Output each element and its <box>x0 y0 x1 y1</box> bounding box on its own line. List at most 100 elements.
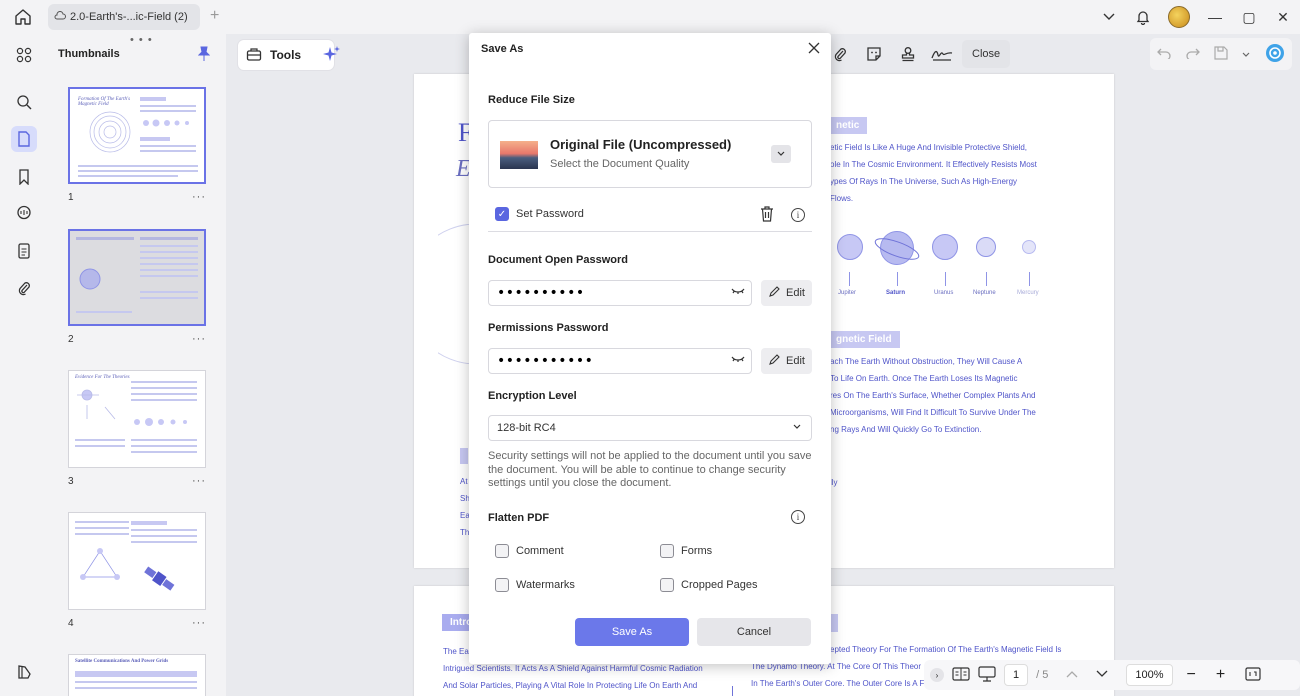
more-options-button[interactable]: ··· <box>192 617 206 629</box>
comment-checkbox[interactable] <box>495 544 509 558</box>
page-number: 4 <box>68 618 74 629</box>
chevron-down-icon[interactable] <box>771 145 791 163</box>
ai-assistant-icon[interactable] <box>1265 43 1285 66</box>
bookmark-icon[interactable] <box>11 164 37 190</box>
paperclip-icon[interactable] <box>11 275 37 301</box>
forms-label: Forms <box>681 545 713 557</box>
reading-mode-icon[interactable] <box>952 666 970 684</box>
permissions-password-field[interactable] <box>488 348 752 374</box>
save-as-button[interactable]: Save As <box>575 618 689 646</box>
bell-icon[interactable] <box>1126 0 1160 34</box>
more-options-button[interactable]: ··· <box>192 333 206 345</box>
more-options-button[interactable]: ··· <box>192 191 206 203</box>
signature-icon[interactable] <box>928 40 956 68</box>
encryption-value: 128-bit RC4 <box>497 422 556 434</box>
text-line: etic Field Is Like A Huge And Invisible … <box>830 143 1027 152</box>
page-icon[interactable] <box>11 126 37 152</box>
minimize-button[interactable]: — <box>1198 0 1232 34</box>
annotation-toolbar: Close <box>826 40 1011 68</box>
avatar[interactable] <box>1168 6 1190 28</box>
save-icon[interactable] <box>1214 45 1228 63</box>
text-line: And Solar Particles, Playing A Vital Rol… <box>443 681 698 690</box>
planet-label: Saturn <box>886 290 906 296</box>
text-line: In The Earth's Outer Core. The Outer Cor… <box>751 679 925 688</box>
thumbnail-page-1[interactable]: Formation Of The Earth's Magnetic Field <box>68 87 206 184</box>
redo-icon[interactable] <box>1185 47 1200 62</box>
ai-sparkle-icon[interactable] <box>323 45 341 66</box>
open-password-input[interactable] <box>489 281 709 305</box>
zoom-level[interactable]: 100% <box>1126 664 1173 686</box>
chevron-down-icon[interactable] <box>1242 47 1250 61</box>
open-password-field[interactable] <box>488 280 752 306</box>
undo-icon[interactable] <box>1157 47 1171 62</box>
trash-icon[interactable] <box>759 205 775 226</box>
info-icon[interactable]: i <box>791 208 805 222</box>
set-password-checkbox[interactable]: ✓ <box>495 207 509 221</box>
encryption-level-select[interactable]: 128-bit RC4 <box>488 415 812 441</box>
tools-button[interactable]: Tools <box>238 40 341 70</box>
quality-selector[interactable]: Original File (Uncompressed) Select the … <box>488 120 812 188</box>
history-toolbar <box>1150 38 1292 70</box>
stamp-icon[interactable] <box>894 40 922 68</box>
zoom-out-button[interactable]: − <box>1187 666 1196 684</box>
fit-page-icon[interactable] <box>1245 666 1261 684</box>
sticker-icon[interactable] <box>860 40 888 68</box>
page-total: / 5 <box>1036 669 1049 681</box>
text-line: The Ea <box>443 647 469 656</box>
prev-page-icon[interactable] <box>1066 669 1078 681</box>
maximize-button[interactable]: ▢ <box>1232 0 1266 34</box>
home-icon[interactable] <box>12 7 34 27</box>
thumbnail-page-3[interactable]: Evidence For The Theories <box>68 370 206 468</box>
presentation-icon[interactable] <box>978 665 996 685</box>
forms-checkbox[interactable] <box>660 544 674 558</box>
next-page-icon[interactable] <box>1096 669 1108 681</box>
eye-closed-icon[interactable] <box>731 355 745 366</box>
cancel-button[interactable]: Cancel <box>697 618 811 646</box>
watermarks-label: Watermarks <box>516 579 575 591</box>
attachment-list-icon[interactable] <box>11 238 37 264</box>
info-icon[interactable]: i <box>791 510 805 524</box>
collapse-arrow-icon[interactable]: › <box>930 668 944 682</box>
thumbnail-page-5[interactable]: Satellite Communications And Power Grids <box>68 654 206 696</box>
panel-toggle-icon[interactable] <box>11 659 37 685</box>
thumbnails-header: Thumbnails <box>58 48 120 60</box>
section-heading: netic <box>828 117 868 134</box>
text-line: To Life On Earth. Once The Earth Loses I… <box>830 374 1018 383</box>
new-tab-button[interactable]: + <box>210 7 219 25</box>
permissions-password-heading: Permissions Password <box>488 322 609 334</box>
watermarks-checkbox[interactable] <box>495 578 509 592</box>
panel-grip[interactable]: • • • <box>130 34 153 46</box>
thumbnail-title: Satellite Communications And Power Grids <box>75 659 169 664</box>
section-marker <box>460 448 468 464</box>
permissions-password-input[interactable] <box>489 349 709 373</box>
close-tool-button[interactable]: Close <box>962 40 1011 68</box>
close-icon[interactable] <box>805 39 823 57</box>
more-options-button[interactable]: ··· <box>192 475 206 487</box>
flatten-pdf-heading: Flatten PDF <box>488 512 550 524</box>
close-window-button[interactable]: ✕ <box>1266 0 1300 34</box>
comment-icon[interactable] <box>11 200 37 226</box>
edit-open-password-button[interactable]: Edit <box>761 280 812 306</box>
toolbox-icon <box>246 46 262 65</box>
planet-label: Jupiter <box>838 290 857 296</box>
text-line: res On The Earth's Surface, Whether Comp… <box>830 391 1036 400</box>
thumbnail-page-4[interactable] <box>68 512 206 610</box>
pin-icon[interactable] <box>197 46 211 62</box>
divider <box>488 231 812 232</box>
planet-jupiter <box>837 234 863 260</box>
document-tab[interactable]: 2.0-Earth's-...ic-Field (2) <box>48 4 200 30</box>
edit-permissions-password-button[interactable]: Edit <box>761 348 812 374</box>
eye-closed-icon[interactable] <box>731 287 745 298</box>
page-number-input[interactable]: 1 <box>1004 664 1029 686</box>
zoom-in-button[interactable]: + <box>1216 666 1225 684</box>
text-line: Flows. <box>830 194 854 203</box>
page-number: 1 <box>68 192 74 203</box>
chevron-down-icon[interactable] <box>1092 0 1126 34</box>
thumbnail-page-2[interactable] <box>68 229 206 326</box>
thumbnails-panel: • • • Thumbnails Formation Of The Earth'… <box>46 34 226 696</box>
search-icon[interactable] <box>11 89 37 115</box>
text-fragment: Th <box>460 528 470 537</box>
reduce-file-size-heading: Reduce File Size <box>488 94 575 106</box>
grid-icon[interactable] <box>11 42 37 68</box>
cropped-pages-checkbox[interactable] <box>660 578 674 592</box>
